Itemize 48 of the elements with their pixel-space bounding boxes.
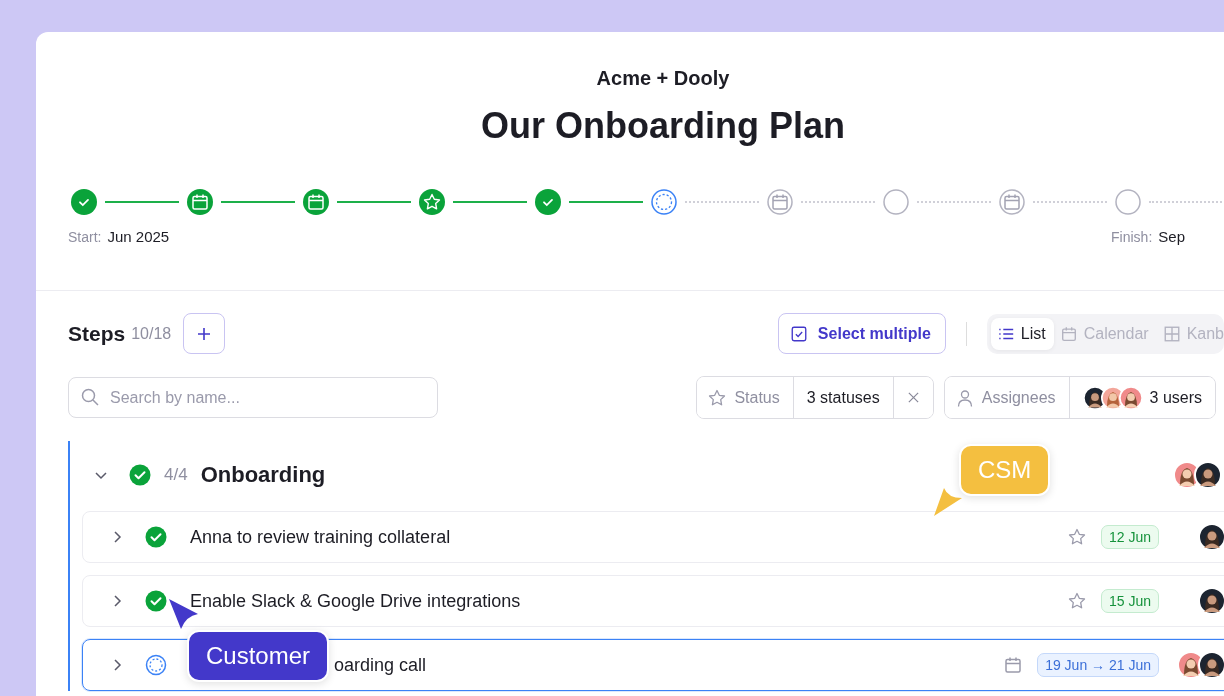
search-field[interactable]: Search by name... — [68, 377, 438, 418]
cursor-label: CSM — [959, 444, 1051, 496]
step-title: Enable Slack & Google Drive integrations — [190, 590, 521, 612]
milestone-done-icon[interactable] — [419, 189, 445, 215]
milestone-done-icon[interactable] — [187, 189, 213, 215]
milestone-done-icon[interactable] — [71, 189, 97, 215]
group-count: 4/4 — [164, 465, 188, 485]
step-row[interactable]: Enable Slack & Google Drive integrations 15 Jun — [82, 575, 1224, 627]
check-circle-icon[interactable] — [145, 526, 167, 548]
finish-label: Finish: — [1111, 228, 1153, 246]
step-title: Anna to review training collateral — [190, 526, 451, 548]
date-chip[interactable]: 15 Jun — [1100, 589, 1159, 613]
check-circle-icon[interactable] — [129, 464, 151, 486]
milestone-pending-icon[interactable] — [999, 189, 1025, 215]
step-row[interactable]: Anna to review training collateral 12 Jun — [82, 511, 1224, 563]
calendar-icon[interactable] — [1003, 655, 1024, 675]
star-icon — [707, 387, 728, 408]
steps-count: 10/18 — [131, 324, 172, 343]
date-chip[interactable]: 19 Jun → 21 Jun — [1037, 653, 1159, 677]
dashed-circle-icon[interactable] — [145, 654, 167, 676]
start-date: Jun 2025 — [107, 228, 170, 246]
grid-icon — [1162, 324, 1181, 343]
milestone-done-icon[interactable] — [303, 189, 329, 215]
milestone-pending-icon[interactable] — [767, 189, 793, 215]
section-title: Steps — [68, 321, 126, 346]
calendar-icon — [1059, 324, 1078, 343]
view-tab[interactable]: List — [990, 317, 1054, 350]
plan-title: Our Onboarding Plan — [480, 104, 846, 148]
add-button[interactable] — [183, 313, 226, 354]
check-circle-icon[interactable] — [145, 590, 167, 612]
select-multiple-button[interactable]: Select multiple — [777, 313, 946, 354]
close-icon — [906, 391, 920, 404]
milestone-pending-icon[interactable] — [1115, 189, 1141, 215]
milestone-current-icon[interactable] — [651, 189, 677, 215]
plus-icon — [196, 325, 213, 342]
star-icon[interactable] — [1066, 527, 1087, 547]
date-chip[interactable]: 12 Jun — [1100, 525, 1159, 549]
checkbox-icon — [789, 324, 808, 343]
milestone-pending-icon[interactable] — [883, 189, 909, 215]
company-names: Acme + Dooly — [595, 66, 731, 90]
start-label: Start: — [68, 228, 102, 246]
milestone-done-icon[interactable] — [535, 189, 561, 215]
star-icon[interactable] — [1066, 591, 1087, 611]
finish-date: Sep — [1158, 228, 1185, 246]
cursor-label: Customer — [187, 630, 330, 682]
group-title: Onboarding — [200, 462, 326, 488]
step-title: oarding call — [334, 654, 427, 676]
filter-value[interactable]: 3 users — [1068, 377, 1215, 418]
